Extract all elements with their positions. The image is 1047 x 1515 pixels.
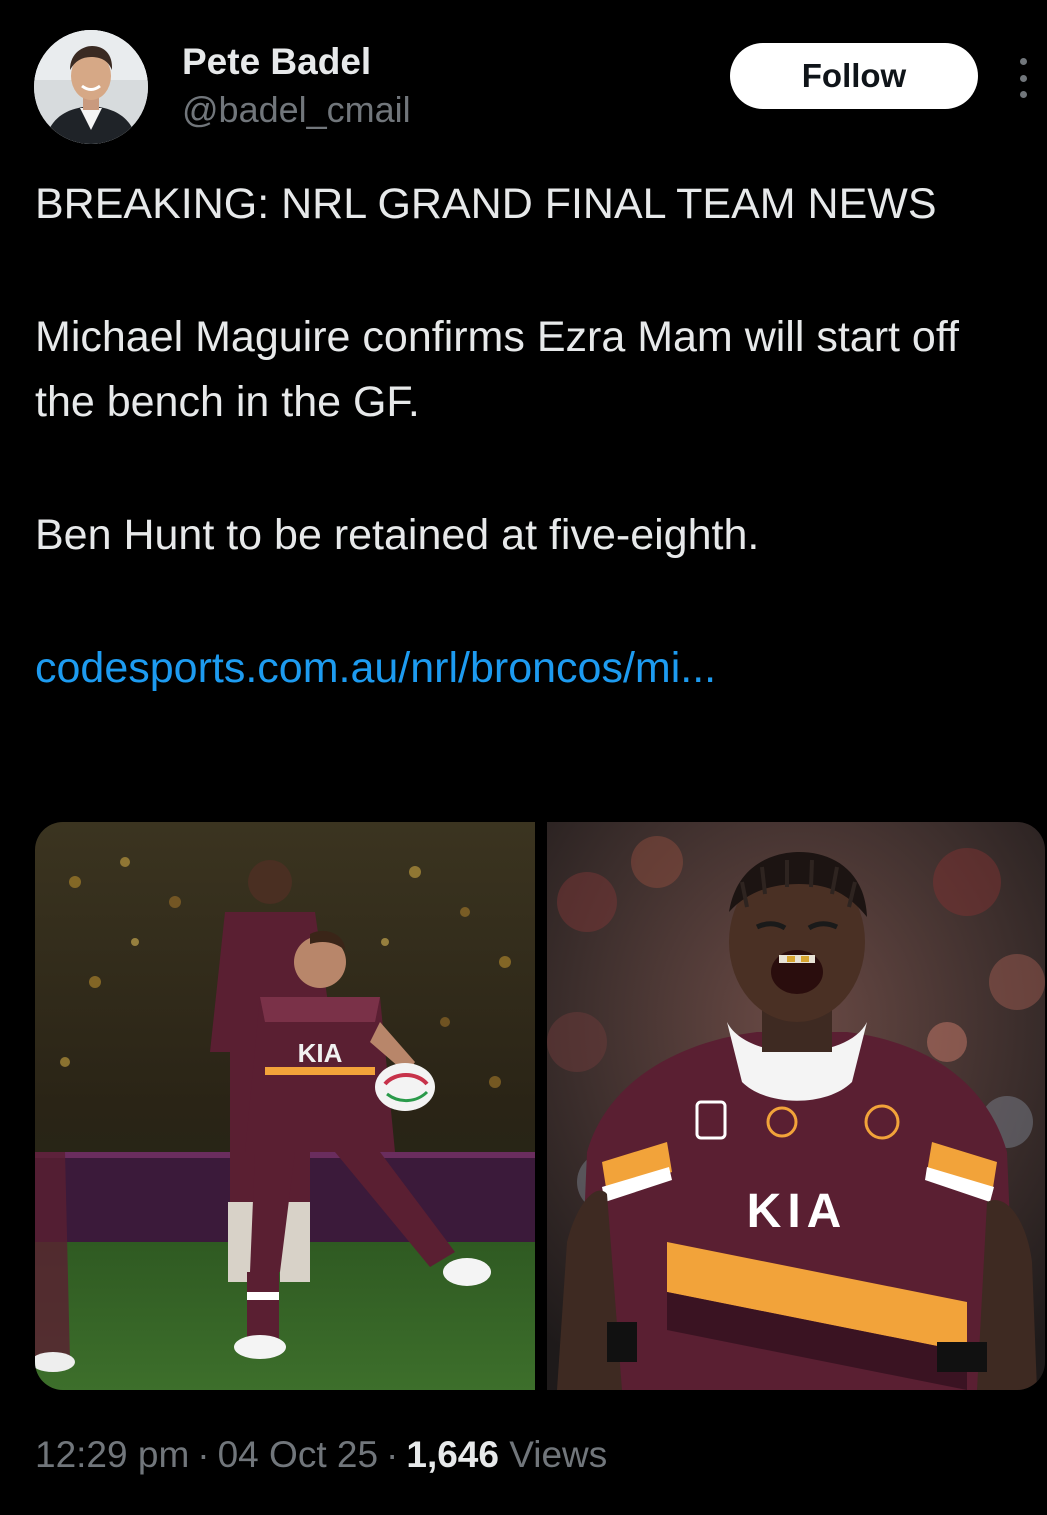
tweet-time[interactable]: 12:29 pm <box>35 1434 189 1475</box>
more-dot <box>1019 74 1027 82</box>
article-link[interactable]: codesports.com.au/nrl/broncos/mi... <box>35 644 716 692</box>
media-grid: KIA KIA <box>35 822 1045 1390</box>
views-label: Views <box>509 1434 608 1475</box>
more-dot <box>1019 58 1027 65</box>
author-name[interactable]: Pete Badel <box>182 40 371 84</box>
tweet-paragraph-hunt: Ben Hunt to be retained at five-eighth. <box>35 511 760 559</box>
svg-text:KIA: KIA <box>298 1038 343 1068</box>
photo-left-image: KIA <box>35 822 535 1390</box>
tweet-date[interactable]: 04 Oct 25 <box>218 1434 378 1475</box>
avatar-image <box>34 30 148 144</box>
tweet-text: BREAKING: NRL GRAND FINAL TEAM NEWS Mich… <box>35 172 995 701</box>
tweet-paragraph-maguire: Michael Maguire confirms Ezra Mam will s… <box>35 313 959 426</box>
follow-button[interactable]: Follow <box>730 43 978 109</box>
tweet-meta: 12:29 pm · 04 Oct 25 · 1,646 Views <box>35 1434 608 1475</box>
tweet-card: Pete Badel @badel_cmail Follow BREAKING:… <box>0 0 1047 1515</box>
svg-text:KIA: KIA <box>747 1185 848 1238</box>
author-handle[interactable]: @badel_cmail <box>182 88 411 132</box>
avatar[interactable] <box>34 30 148 144</box>
tweet-paragraph-headline: BREAKING: NRL GRAND FINAL TEAM NEWS <box>35 180 937 228</box>
photo-right-image: KIA <box>547 822 1045 1390</box>
more-dot <box>1019 91 1027 98</box>
photo-ezra-mam-celebrating[interactable]: KIA <box>547 822 1045 1390</box>
photo-ben-hunt-passing[interactable]: KIA <box>35 822 535 1390</box>
views-count: 1,646 <box>406 1434 499 1475</box>
more-vertical-icon[interactable] <box>1006 58 1040 98</box>
